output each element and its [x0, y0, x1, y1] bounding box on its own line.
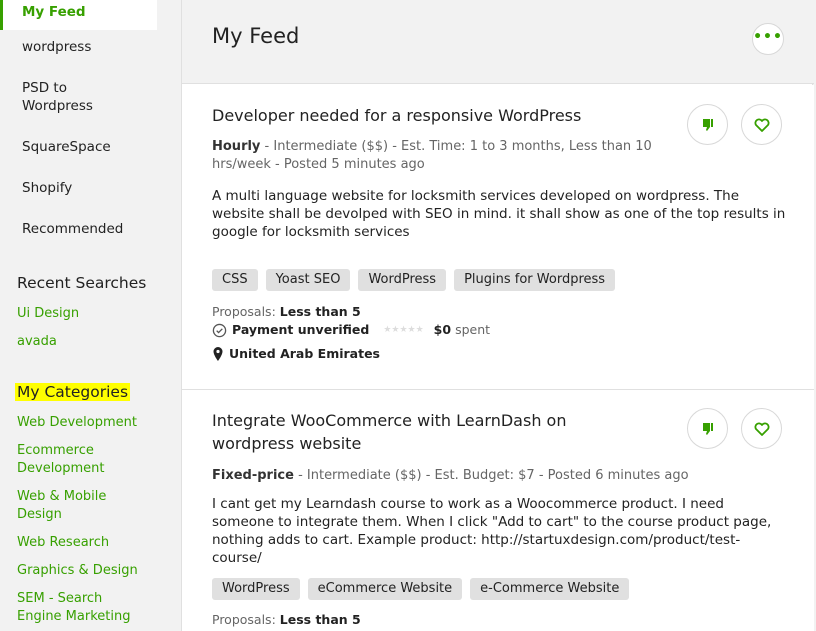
job-meta: Fixed-price - Intermediate ($$) - Est. B… — [212, 467, 692, 485]
sidebar-item-psd-to-wordpress[interactable]: PSD to Wordpress — [0, 79, 110, 115]
job-description: A multi language website for locksmith s… — [212, 188, 786, 240]
skill-tag[interactable]: Plugins for Wordpress — [454, 269, 616, 291]
recent-search-link[interactable]: avada — [17, 333, 167, 351]
thumbs-down-icon — [702, 422, 713, 435]
proposals-info: Proposals: Less than 5 — [212, 612, 361, 628]
feed-panel: My Feed ••• Developer needed for a respo… — [181, 0, 814, 631]
skill-tags: CSS Yoast SEO WordPress Plugins for Word… — [212, 269, 616, 291]
job-meta-details: - Intermediate ($$) - Est. Time: 1 to 3 … — [212, 139, 652, 172]
proposals-info: Proposals: Less than 5 — [212, 304, 361, 320]
more-dots-icon: ••• — [753, 29, 783, 45]
skill-tag[interactable]: Yoast SEO — [265, 269, 351, 291]
skill-tags: WordPress eCommerce Website e-Commerce W… — [212, 578, 630, 600]
spent-label: spent — [455, 322, 491, 337]
job-card[interactable]: Integrate WooCommerce with LearnDash on … — [182, 390, 814, 631]
client-location: United Arab Emirates — [212, 346, 380, 362]
more-options-button[interactable]: ••• — [752, 23, 784, 55]
location-pin-icon — [213, 347, 223, 361]
skill-tag[interactable]: WordPress — [358, 269, 447, 291]
page-title: My Feed — [212, 24, 300, 48]
category-link[interactable]: Web Development — [17, 414, 167, 432]
proposals-count: Less than 5 — [279, 304, 361, 319]
skill-tag[interactable]: e-Commerce Website — [470, 578, 630, 600]
check-circle-icon — [212, 323, 227, 337]
job-type: Fixed-price — [212, 468, 294, 483]
proposals-label: Proposals: — [212, 304, 276, 319]
skill-tag[interactable]: WordPress — [212, 578, 300, 600]
dislike-button[interactable] — [687, 104, 728, 145]
sidebar-item-my-feed[interactable]: My Feed — [0, 0, 157, 30]
sidebar-item-squarespace[interactable]: SquareSpace — [0, 138, 157, 156]
save-job-button[interactable] — [741, 408, 782, 449]
feed-header: My Feed ••• — [182, 0, 814, 84]
spent-amount: $0 — [433, 322, 452, 337]
job-title[interactable]: Developer needed for a responsive WordPr… — [212, 104, 652, 127]
recent-search-link[interactable]: Ui Design — [17, 305, 167, 323]
skill-tag[interactable]: eCommerce Website — [307, 578, 463, 600]
sidebar: My Feed wordpress PSD to Wordpress Squar… — [0, 0, 180, 631]
sidebar-item-recommended[interactable]: Recommended — [0, 220, 157, 238]
job-meta: Hourly - Intermediate ($$) - Est. Time: … — [212, 138, 652, 174]
job-description: I cant get my Learndash course to work a… — [212, 496, 772, 566]
category-link[interactable]: Ecommerce Development — [17, 442, 127, 478]
job-type: Hourly — [212, 139, 261, 154]
recent-searches-heading: Recent Searches — [17, 274, 147, 292]
category-link[interactable]: Web Research — [17, 534, 167, 552]
thumbs-down-icon — [702, 118, 713, 131]
client-info: Payment unverified ★★★★★ $0 spent — [212, 322, 490, 338]
heart-icon — [754, 422, 769, 436]
job-title[interactable]: Integrate WooCommerce with LearnDash on … — [212, 409, 652, 455]
my-categories-heading: My Categories — [15, 383, 131, 401]
sidebar-item-wordpress[interactable]: wordpress — [0, 38, 157, 56]
heart-icon — [754, 118, 769, 132]
skill-tag[interactable]: CSS — [212, 269, 258, 291]
save-job-button[interactable] — [741, 104, 782, 145]
proposals-label: Proposals: — [212, 612, 276, 627]
payment-status: Payment unverified — [232, 322, 370, 337]
location-text: United Arab Emirates — [229, 346, 381, 361]
category-link[interactable]: Web & Mobile Design — [17, 488, 127, 524]
proposals-count: Less than 5 — [279, 612, 361, 627]
job-card[interactable]: Developer needed for a responsive WordPr… — [182, 85, 814, 389]
sidebar-item-shopify[interactable]: Shopify — [0, 179, 157, 197]
category-link[interactable]: SEM - Search Engine Marketing — [17, 590, 147, 626]
category-link[interactable]: Graphics & Design — [17, 562, 167, 580]
rating-stars-icon: ★★★★★ — [383, 325, 424, 335]
dislike-button[interactable] — [687, 408, 728, 449]
job-meta-details: - Intermediate ($$) - Est. Budget: $7 - … — [293, 468, 689, 483]
